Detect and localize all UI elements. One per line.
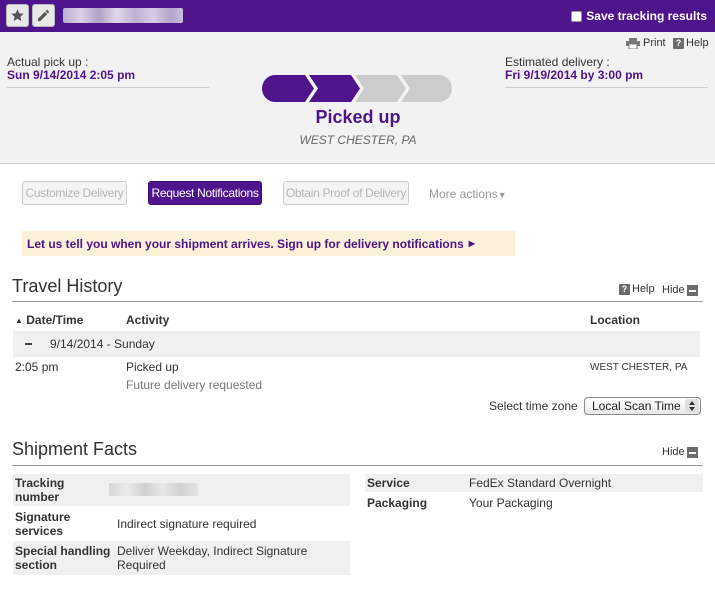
collapse-minus-icon[interactable] (25, 343, 32, 345)
notification-banner-text: Let us tell you when your shipment arriv… (27, 236, 464, 251)
sort-up-icon: ▲ (15, 316, 23, 325)
triangle-down-icon: ▼ (497, 190, 507, 200)
fact-label-tracking: Tracking number (15, 476, 65, 504)
travel-help-label: Help (632, 283, 655, 295)
save-checkbox[interactable] (571, 10, 583, 22)
save-tracking-label: Save tracking results (586, 9, 707, 23)
more-actions-label: More actions (429, 187, 498, 201)
date-group-label: 9/14/2014 - Sunday (50, 337, 155, 351)
facts-hide-label: Hide (662, 446, 685, 458)
date-group-row[interactable]: 9/14/2014 - Sunday (13, 331, 700, 357)
timezone-value: Local Scan Time (592, 399, 681, 413)
fact-value-special-handling: Deliver Weekday, Indirect Signature Requ… (117, 544, 308, 572)
timezone-label: Select time zone (489, 399, 578, 413)
facts-hide-toggle[interactable]: Hide (662, 446, 698, 458)
save-tracking-toggle[interactable]: Save tracking results (571, 9, 707, 23)
tracking-number-redacted (63, 8, 183, 23)
travel-hide-toggle[interactable]: Hide (662, 284, 698, 296)
col-date-time-label: Date/Time (26, 313, 84, 327)
request-notifications-button[interactable]: Request Notifications (148, 181, 262, 205)
pencil-icon[interactable] (32, 4, 55, 27)
arrow-right-icon: ▶ (468, 239, 475, 248)
col-location-header[interactable]: Location (590, 313, 640, 327)
travel-hide-label: Hide (662, 284, 685, 296)
printer-icon (626, 37, 640, 49)
history-time: 2:05 pm (15, 360, 59, 374)
col-activity-header[interactable]: Activity (126, 313, 169, 327)
pickup-label: Actual pick up : (7, 55, 89, 69)
help-link-top[interactable]: ? Help (673, 37, 709, 49)
proof-of-delivery-button[interactable]: Obtain Proof of Delivery (283, 181, 409, 205)
print-label: Print (643, 37, 666, 49)
estimated-delivery-label: Estimated delivery : (505, 55, 610, 69)
progress-step-4 (401, 75, 452, 102)
history-activity-detail: Future delivery requested (126, 378, 263, 392)
fact-label-packaging: Packaging (367, 496, 428, 510)
fact-value-service: FedEx Standard Overnight (469, 476, 612, 490)
progress-step-3 (355, 75, 406, 102)
pickup-value: Sun 9/14/2014 2:05 pm (7, 68, 136, 82)
timezone-select[interactable]: Local Scan Time (584, 397, 701, 415)
collapse-icon (686, 284, 698, 296)
help-icon: ? (673, 37, 684, 49)
progress-tracker (262, 75, 452, 102)
pickup-divider (7, 87, 209, 88)
travel-history-divider (12, 301, 703, 302)
customize-delivery-button[interactable]: Customize Delivery (22, 181, 127, 205)
top-bar: Save tracking results (0, 0, 715, 32)
progress-step-1 (262, 75, 314, 102)
fact-value-packaging: Your Packaging (469, 496, 553, 510)
shipment-summary: Actual pick up : Sun 9/14/2014 2:05 pm P… (0, 32, 715, 164)
fact-label-signature: Signature services (15, 510, 71, 538)
help-icon: ? (619, 283, 630, 295)
fact-label-special-handling: Special handling section (15, 544, 111, 572)
more-actions-menu[interactable]: More actions▼ (429, 187, 507, 201)
status-location: WEST CHESTER, PA (299, 133, 417, 147)
select-arrows-icon (685, 399, 699, 413)
fact-value-signature: Indirect signature required (117, 517, 257, 531)
estimated-delivery-value: Fri 9/19/2014 by 3:00 pm (505, 68, 644, 82)
fact-label-service: Service (367, 476, 410, 490)
print-link[interactable]: Print (626, 37, 666, 49)
travel-help-link[interactable]: ? Help (619, 283, 655, 295)
shipment-facts-title: Shipment Facts (12, 439, 138, 459)
help-label: Help (686, 37, 709, 49)
col-date-time-header[interactable]: ▲ Date/Time (15, 313, 83, 327)
history-location: WEST CHESTER, PA (590, 362, 688, 373)
collapse-icon (686, 446, 698, 458)
star-icon[interactable] (6, 4, 29, 27)
status-title: Picked up (315, 107, 401, 127)
shipment-facts-divider (12, 465, 703, 466)
travel-history-title: Travel History (12, 276, 123, 296)
tracking-number-redacted (109, 483, 198, 496)
notification-banner[interactable]: Let us tell you when your shipment arriv… (22, 231, 515, 256)
progress-step-2 (309, 75, 360, 102)
history-activity: Picked up (126, 360, 179, 374)
estimated-divider (505, 87, 708, 88)
